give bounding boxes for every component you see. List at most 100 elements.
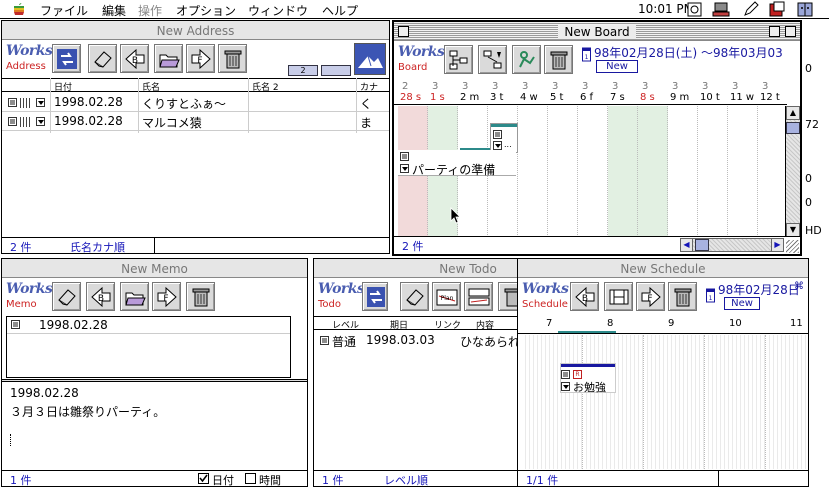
expand-icon[interactable] — [561, 382, 570, 391]
calendar-icon[interactable]: 1 — [582, 46, 591, 62]
finder-icon[interactable] — [796, 1, 814, 18]
menu-window[interactable]: ウィンドウ — [248, 2, 308, 19]
board-event-item[interactable]: パーティの準備 — [398, 150, 516, 177]
board-titlebar[interactable]: New Board — [394, 22, 800, 41]
board-day-label[interactable]: 8 s — [640, 92, 655, 103]
back-button[interactable]: B — [86, 282, 115, 311]
memo-titlebar[interactable]: New Memo — [2, 259, 307, 278]
column-divider[interactable] — [356, 78, 357, 133]
scroll-up-arrow[interactable]: ▲ — [786, 106, 800, 120]
scroll-thumb[interactable] — [786, 122, 800, 134]
expand-icon[interactable] — [400, 164, 409, 173]
memo-body[interactable]: 1998.02.28 ３月３日は雛祭りパーティ。 — [2, 382, 307, 470]
trash-button[interactable] — [186, 282, 215, 311]
scroll-thumb[interactable] — [695, 239, 709, 251]
open-folder-button[interactable] — [120, 282, 149, 311]
new-button[interactable]: New — [724, 297, 760, 310]
board-day-column[interactable] — [698, 106, 728, 237]
menu-file[interactable]: ファイル — [40, 2, 88, 19]
menu-operation[interactable]: 操作 — [138, 2, 162, 19]
schedule-hour-column[interactable] — [705, 335, 766, 469]
schedule-hour-column[interactable] — [522, 335, 583, 469]
board-day-label[interactable]: 28 s — [400, 92, 421, 103]
apple-menu-icon[interactable] — [12, 2, 26, 16]
menu-options[interactable]: オプション — [176, 2, 236, 19]
eraser-button[interactable] — [88, 44, 117, 73]
column-kana[interactable]: カナ — [360, 80, 378, 93]
new-button[interactable]: New — [596, 60, 638, 73]
board-day-column[interactable] — [518, 106, 548, 237]
forward-button[interactable]: F — [636, 282, 665, 311]
board-day-label[interactable]: 5 t — [550, 92, 563, 103]
schedule-hour-column[interactable] — [644, 335, 705, 469]
sort-order[interactable]: レベル順 — [384, 472, 428, 486]
schedule-link-button[interactable] — [512, 45, 541, 74]
scroll-down-arrow[interactable]: ▼ — [786, 223, 800, 237]
column-name2[interactable]: 氏名 2 — [252, 80, 279, 93]
collapse-box[interactable] — [785, 26, 796, 37]
column-divider[interactable] — [138, 78, 139, 133]
switch-button[interactable] — [362, 282, 388, 311]
list-item[interactable]: 1998.02.28 — [7, 317, 290, 334]
switch-button[interactable] — [52, 44, 81, 73]
pencil-icon[interactable] — [742, 1, 760, 18]
plan-button[interactable]: Plan — [432, 282, 461, 311]
date-checkbox[interactable] — [198, 473, 209, 484]
zoom-box[interactable] — [769, 26, 780, 37]
menu-help[interactable]: ヘルプ — [322, 2, 358, 19]
board-day-column[interactable] — [728, 106, 758, 237]
schedule-grid[interactable] — [522, 335, 808, 469]
sort-order[interactable]: 氏名カナ順 — [70, 239, 125, 253]
back-button[interactable]: B — [570, 282, 599, 311]
board-day-column[interactable] — [608, 106, 638, 237]
board-day-column[interactable] — [758, 106, 788, 237]
view-toggle-button[interactable] — [354, 43, 386, 75]
float-button[interactable] — [464, 282, 493, 311]
todo-titlebar[interactable]: New Todo — [314, 259, 522, 278]
board-day-column[interactable] — [668, 106, 698, 237]
schedule-hour-column[interactable] — [766, 335, 808, 469]
sort-button-2[interactable] — [321, 65, 351, 76]
board-day-label[interactable]: 4 w — [520, 92, 538, 103]
back-button[interactable]: B — [120, 44, 149, 73]
board-day-label[interactable]: 9 m — [670, 92, 689, 103]
expand-icon[interactable] — [36, 98, 45, 107]
board-day-column[interactable] — [578, 106, 608, 237]
link-button[interactable] — [478, 45, 507, 74]
board-day-label[interactable]: 2 m — [460, 92, 479, 103]
option-icon[interactable]: ⌘ — [794, 281, 804, 292]
scroll-left-arrow[interactable]: ◀ — [681, 239, 693, 251]
app-icon[interactable] — [768, 1, 786, 18]
table-row[interactable]: 1998.02.28 くりすとふぁ〜 く — [2, 93, 389, 112]
outline-button[interactable] — [444, 45, 473, 74]
expand-icon[interactable] — [36, 117, 45, 126]
board-day-label[interactable]: 1 s — [430, 92, 445, 103]
column-name[interactable]: 氏名 — [142, 80, 160, 93]
eraser-button[interactable] — [400, 282, 429, 311]
trash-button[interactable] — [668, 282, 697, 311]
board-day-label[interactable]: 10 t — [700, 92, 720, 103]
trash-button[interactable] — [218, 44, 247, 73]
calendar-icon[interactable]: 1 — [706, 287, 715, 303]
column-divider[interactable] — [248, 78, 249, 133]
open-folder-button[interactable] — [154, 44, 183, 73]
column-level[interactable]: レベル — [332, 318, 359, 331]
trash-button[interactable] — [544, 45, 573, 74]
board-day-label[interactable]: 3 t — [490, 92, 503, 103]
expand-icon[interactable] — [493, 141, 502, 150]
board-day-label[interactable]: 11 w — [730, 92, 754, 103]
schedule-titlebar[interactable]: New Schedule — [518, 259, 808, 278]
schedule-hour-column[interactable] — [583, 335, 644, 469]
control-strip-icon[interactable] — [686, 1, 704, 18]
schedule-event[interactable]: R お勉強 — [560, 363, 616, 394]
board-horizontal-scrollbar[interactable]: ◀ ▶ — [680, 238, 784, 252]
board-day-label[interactable]: 12 t — [760, 92, 780, 103]
board-day-column[interactable] — [638, 106, 668, 237]
table-row[interactable]: 1998.02.28 マルコメ猿 ま — [2, 112, 389, 131]
board-day-label[interactable]: 7 s — [610, 92, 625, 103]
column-content[interactable]: 内容 — [476, 318, 494, 331]
eraser-button[interactable] — [52, 282, 81, 311]
column-link[interactable]: リンク — [434, 318, 461, 331]
resize-grip[interactable] — [786, 240, 799, 253]
time-checkbox[interactable] — [245, 473, 256, 484]
